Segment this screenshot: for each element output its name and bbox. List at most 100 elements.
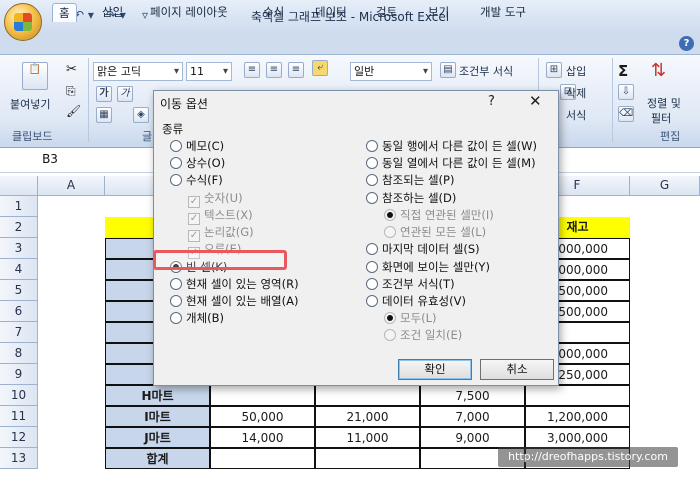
row-header-12[interactable]: 12: [0, 427, 38, 448]
option-label: 조건부 서식(T): [382, 277, 455, 291]
tab-developer[interactable]: 개발 도구: [474, 3, 532, 22]
cell-b12[interactable]: J마트: [105, 427, 210, 448]
paste-icon[interactable]: 📋: [22, 62, 48, 90]
cell-c11[interactable]: 50,000: [210, 406, 315, 427]
row-header-11[interactable]: 11: [0, 406, 38, 427]
cell-f12[interactable]: 3,000,000: [525, 427, 630, 448]
paste-button[interactable]: 붙여넣기: [10, 96, 50, 112]
row-header-6[interactable]: 6: [0, 301, 38, 322]
fill-icon[interactable]: ⇩: [618, 84, 634, 100]
row-header-13[interactable]: 13: [0, 448, 38, 469]
wrap-text-icon[interactable]: ⤶: [312, 60, 328, 76]
option-row-differences[interactable]: 동일 행에서 다른 값이 든 셀(W): [366, 138, 537, 154]
tab-insert[interactable]: 삽입: [96, 3, 129, 22]
delete-cells-button[interactable]: 삭제: [566, 85, 586, 101]
option-constants[interactable]: 상수(O): [170, 155, 225, 171]
cell-c10[interactable]: [210, 385, 315, 406]
cell-c12[interactable]: 14,000: [210, 427, 315, 448]
cell-e12[interactable]: 9,000: [420, 427, 525, 448]
fill-color-icon[interactable]: ◈: [133, 107, 149, 123]
radio-disabled-icon: [384, 329, 396, 341]
borders-icon[interactable]: ▦: [96, 107, 112, 123]
format-cells-button[interactable]: 서식: [566, 107, 586, 123]
conditional-format-button[interactable]: 조건부 서식: [459, 63, 513, 79]
tab-view[interactable]: 보기: [422, 3, 455, 22]
row-header-8[interactable]: 8: [0, 343, 38, 364]
row-header-5[interactable]: 5: [0, 280, 38, 301]
tab-review[interactable]: 검토: [370, 3, 403, 22]
option-last-cell[interactable]: 마지막 데이터 셀(S): [366, 241, 480, 257]
option-label: 연관된 모든 셀(L): [400, 225, 487, 239]
column-header-g[interactable]: G: [630, 176, 700, 196]
option-label: 동일 행에서 다른 값이 든 셀(W): [382, 139, 538, 153]
option-column-differences[interactable]: 동일 열에서 다른 값이 든 셀(M): [366, 155, 536, 171]
cell-d12[interactable]: 11,000: [315, 427, 420, 448]
font-name-combo[interactable]: 맑은 고딕: [93, 62, 183, 81]
cell-d13[interactable]: [315, 448, 420, 469]
cell-b10[interactable]: H마트: [105, 385, 210, 406]
radio-icon: [170, 278, 182, 290]
cancel-button[interactable]: 취소: [480, 359, 554, 380]
option-dependents[interactable]: 참조하는 셀(D): [366, 190, 456, 206]
option-precedents[interactable]: 참조되는 셀(P): [366, 172, 454, 188]
tab-page-layout[interactable]: 페이지 레이아웃: [144, 3, 234, 22]
cell-d10[interactable]: [315, 385, 420, 406]
italic-button[interactable]: 가: [117, 86, 133, 102]
clear-icon[interactable]: ⌫: [618, 106, 634, 122]
tab-data[interactable]: 데이터: [309, 3, 353, 22]
option-current-array[interactable]: 현재 셀이 있는 배열(A): [170, 293, 298, 309]
cell-f10[interactable]: [525, 385, 630, 406]
option-label: 조건 일치(E): [400, 328, 463, 342]
cell-c13[interactable]: [210, 448, 315, 469]
row-header-9[interactable]: 9: [0, 364, 38, 385]
cut-icon[interactable]: ✂: [66, 62, 77, 77]
option-label: 현재 셀이 있는 배열(A): [186, 294, 299, 308]
sort-filter-icon[interactable]: ⇅: [651, 60, 666, 81]
option-formulas[interactable]: 수식(F): [170, 172, 223, 188]
cell-b13[interactable]: 합계: [105, 448, 210, 469]
option-conditional-formats[interactable]: 조건부 서식(T): [366, 276, 455, 292]
sort-filter-button[interactable]: 정렬 및: [647, 95, 681, 111]
row-header-4[interactable]: 4: [0, 259, 38, 280]
row-header-7[interactable]: 7: [0, 322, 38, 343]
option-objects[interactable]: 개체(B): [170, 310, 224, 326]
cell-b11[interactable]: I마트: [105, 406, 210, 427]
row-header-1[interactable]: 1: [0, 196, 38, 217]
cell-e10[interactable]: 7,500: [420, 385, 525, 406]
copy-icon[interactable]: ⎘: [66, 84, 76, 99]
option-visible-cells[interactable]: 화면에 보이는 셀만(Y): [366, 259, 490, 275]
align-middle-icon[interactable]: ≡: [266, 62, 282, 78]
name-box[interactable]: B3: [0, 152, 100, 170]
tab-formulas[interactable]: 수식: [257, 3, 290, 22]
format-painter-icon[interactable]: 🖌: [66, 104, 81, 118]
row-header-3[interactable]: 3: [0, 238, 38, 259]
radio-icon: [366, 243, 378, 255]
dialog-close-button[interactable]: ✕: [529, 92, 542, 110]
font-size-combo[interactable]: 11: [186, 62, 232, 81]
select-all-corner[interactable]: [0, 176, 38, 196]
radio-disabled-icon: [384, 226, 396, 238]
tab-home[interactable]: 홈: [52, 3, 77, 22]
office-button[interactable]: [4, 3, 42, 41]
conditional-format-icon[interactable]: ▤: [440, 62, 456, 78]
cell-d11[interactable]: 21,000: [315, 406, 420, 427]
number-format-combo[interactable]: 일반: [350, 62, 432, 81]
autosum-icon[interactable]: Σ: [618, 62, 628, 80]
insert-cells-button[interactable]: 삽입: [566, 63, 586, 79]
option-data-validation[interactable]: 데이터 유효성(V): [366, 293, 466, 309]
cell-e11[interactable]: 7,000: [420, 406, 525, 427]
ok-button[interactable]: 확인: [398, 359, 472, 380]
align-bottom-icon[interactable]: ≡: [288, 62, 304, 78]
align-top-icon[interactable]: ≡: [244, 62, 260, 78]
row-header-10[interactable]: 10: [0, 385, 38, 406]
insert-cells-icon[interactable]: ⊞: [546, 62, 562, 78]
help-icon[interactable]: ?: [679, 36, 694, 51]
option-current-region[interactable]: 현재 셀이 있는 영역(R): [170, 276, 299, 292]
row-header-2[interactable]: 2: [0, 217, 38, 238]
cell-f11[interactable]: 1,200,000: [525, 406, 630, 427]
option-comments[interactable]: 메모(C): [170, 138, 224, 154]
bold-button[interactable]: 가: [96, 86, 112, 102]
option-label: 개체(B): [186, 311, 225, 325]
dialog-help-button[interactable]: ?: [488, 94, 495, 109]
column-header-a[interactable]: A: [38, 176, 105, 196]
